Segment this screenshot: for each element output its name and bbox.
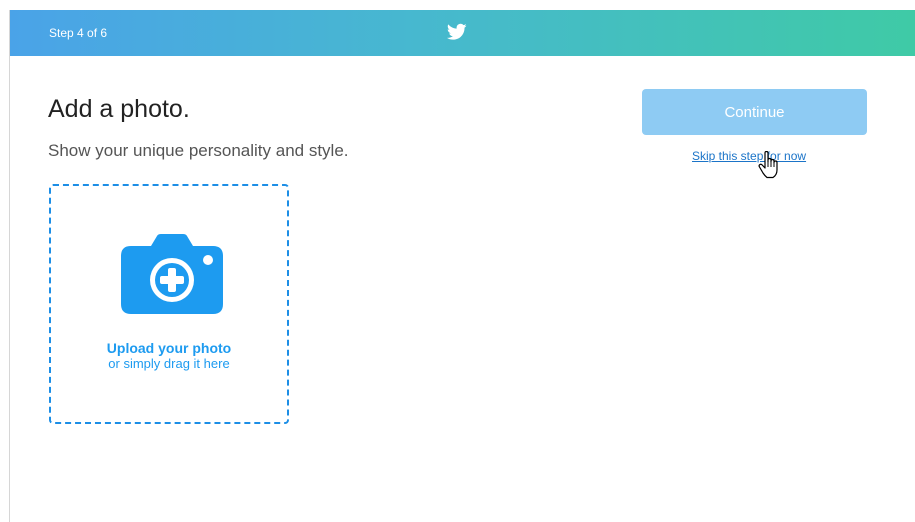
photo-upload-dropzone[interactable]: Upload your photo or simply drag it here — [49, 184, 289, 424]
page-title: Add a photo. — [48, 95, 190, 123]
hand-pointer-cursor-icon — [758, 151, 778, 179]
camera-add-icon — [121, 234, 223, 314]
window-left-border — [9, 10, 10, 522]
step-indicator: Step 4 of 6 — [49, 26, 108, 40]
page-subtitle: Show your unique personality and style. — [48, 141, 349, 160]
drag-hint-label: or simply drag it here — [108, 356, 230, 371]
twitter-bird-icon — [447, 23, 467, 40]
continue-button[interactable]: Continue — [642, 89, 867, 135]
signup-step-page: Step 4 of 6 Add a photo. Show your uniqu… — [0, 0, 915, 522]
upload-photo-label: Upload your photo — [106, 340, 232, 356]
skip-step-link[interactable]: Skip this step for now — [692, 149, 806, 163]
progress-header: Step 4 of 6 — [10, 10, 915, 56]
